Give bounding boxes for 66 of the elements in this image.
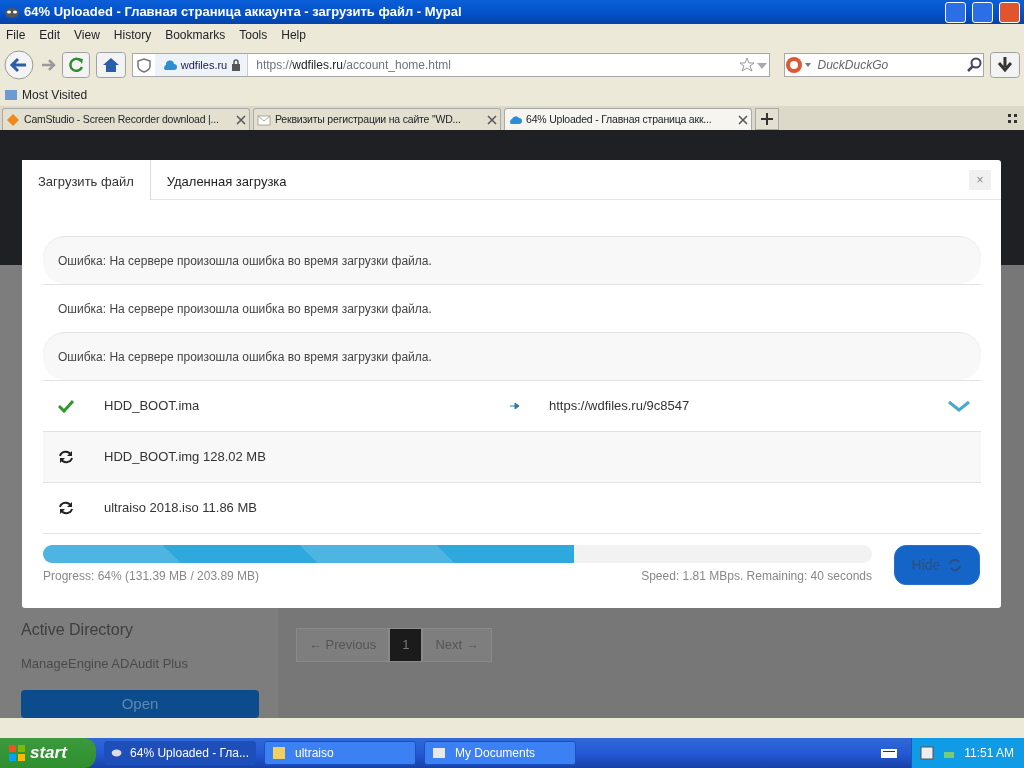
modal-tab[interactable]: Удаленная загрузка xyxy=(150,159,303,200)
tab-label: Реквизиты регистрации на сайте "WD... xyxy=(275,111,462,127)
menu-item[interactable]: Help xyxy=(281,26,306,44)
file-link[interactable]: https://wdfiles.ru/9c8547 xyxy=(549,396,690,416)
browser-tab[interactable]: CamStudio - Screen Recorder download |... xyxy=(2,108,250,130)
progress-text: Progress: 64% (131.39 MB / 203.89 MB) xyxy=(43,568,260,585)
menu-item[interactable]: Tools xyxy=(239,26,268,44)
new-tab-icon[interactable] xyxy=(755,108,779,130)
menu-item[interactable]: View xyxy=(74,26,100,44)
window-icon xyxy=(920,746,935,760)
bookmark-folder-icon xyxy=(4,88,18,102)
reload-icon[interactable] xyxy=(61,52,90,78)
url-text[interactable]: https://wdfiles.ru/account_home.html xyxy=(248,56,740,74)
error-message: Ошибка: На сервере произошла ошибка во время загрузки файла. xyxy=(58,300,432,318)
modal-tab[interactable]: Загрузить файл xyxy=(22,159,151,200)
check-icon xyxy=(58,399,74,413)
grid-icon[interactable] xyxy=(1008,114,1018,124)
page-link[interactable]: 1 xyxy=(389,628,423,662)
tab-label: 64% Uploaded - Главная страница акк... xyxy=(526,111,713,127)
file-name: HDD_BOOT.ima xyxy=(104,397,201,416)
documents-icon xyxy=(431,745,447,761)
tab-label: CamStudio - Screen Recorder download |... xyxy=(24,111,220,127)
taskbar-button[interactable]: My Documents xyxy=(424,741,576,765)
clock: 11:51 AM xyxy=(964,745,1014,762)
file-name: HDD_BOOT.img 128.02 MB xyxy=(104,448,267,467)
keyboard-icon xyxy=(881,747,898,759)
envelope-icon xyxy=(257,112,271,127)
windows-flag-icon xyxy=(8,744,26,762)
site-label: wdfiles.ru xyxy=(180,57,228,73)
ad-text: Active Directory xyxy=(21,620,134,640)
search-icon[interactable] xyxy=(967,57,984,73)
minimize-button[interactable] xyxy=(945,1,966,23)
download-icon[interactable] xyxy=(990,52,1020,78)
bookmark-item[interactable]: Most Visited xyxy=(22,86,88,104)
close-icon[interactable] xyxy=(738,114,748,125)
menu-item[interactable]: Bookmarks xyxy=(165,26,226,44)
back-icon[interactable] xyxy=(4,50,34,80)
close-button[interactable] xyxy=(999,1,1020,23)
error-message: Ошибка: На сервере произошла ошибка во время загрузки файла. xyxy=(58,252,432,270)
chevron-down-icon[interactable] xyxy=(947,400,971,412)
star-icon[interactable] xyxy=(739,57,756,73)
folder-icon xyxy=(271,745,287,761)
arrow-icon xyxy=(510,402,520,410)
menu-item[interactable]: Edit xyxy=(39,26,61,44)
taskbar-button[interactable]: ultraiso xyxy=(264,741,416,765)
close-icon[interactable] xyxy=(236,114,246,125)
menu-item[interactable]: History xyxy=(113,26,152,44)
restore-button[interactable] xyxy=(972,1,993,23)
menu-item[interactable]: File xyxy=(6,26,26,44)
refresh-icon xyxy=(58,501,74,515)
browser-tab[interactable]: 64% Uploaded - Главная страница акк... xyxy=(504,108,752,130)
speed-text: Speed: 1.81 MBps. Remaining: 40 seconds xyxy=(641,568,872,585)
error-message: Ошибка: На сервере произошла ошибка во время загрузки файла. xyxy=(58,348,432,366)
close-icon[interactable] xyxy=(487,114,497,125)
browser-tab[interactable]: Реквизиты регистрации на сайте "WD... xyxy=(253,108,501,130)
taskbar-button[interactable]: 64% Uploaded - Гла... xyxy=(104,741,256,765)
start-button[interactable]: start xyxy=(0,738,96,768)
home-icon[interactable] xyxy=(95,52,126,78)
diamond-icon xyxy=(6,112,20,127)
search-engine-icon[interactable] xyxy=(785,56,814,74)
refresh-icon xyxy=(948,558,963,572)
window-title: 64% Uploaded - Главная страница аккаунта - загрузить файл - Mypal xyxy=(24,3,463,22)
lock-icon xyxy=(231,59,242,71)
refresh-icon xyxy=(58,450,74,464)
file-name: ultraiso 2018.iso 11.86 MB xyxy=(104,499,258,518)
search-field[interactable]: DuckDuckGo xyxy=(784,53,985,77)
